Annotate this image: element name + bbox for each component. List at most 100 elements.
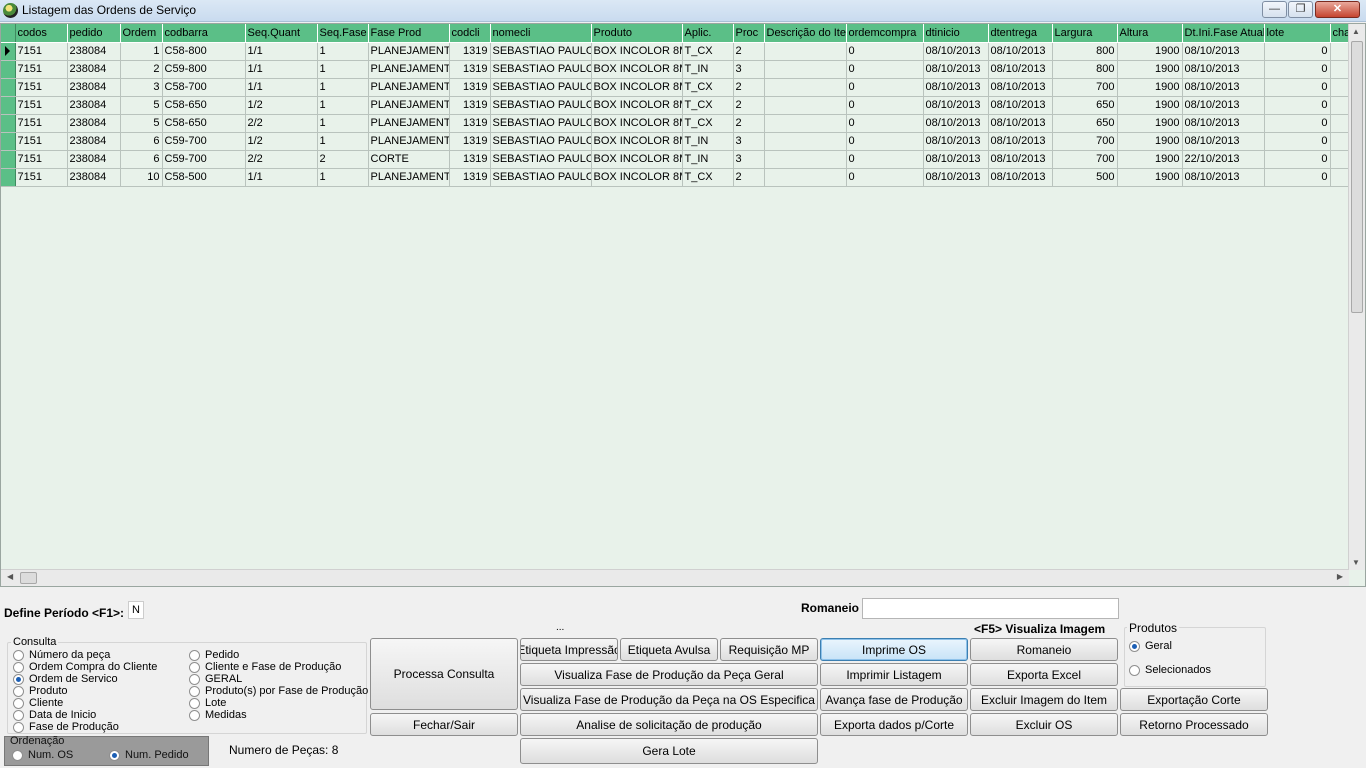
table-cell[interactable]: 08/10/2013 bbox=[988, 114, 1053, 133]
consulta-option[interactable]: Lote bbox=[189, 697, 226, 709]
table-row[interactable]: 7151 238084 6 C59-700 1/2 1 PLANEJAMENT 1319 SEB… bbox=[1, 132, 1356, 151]
etiqueta-avulsa-button[interactable]: Etiqueta Avulsa bbox=[620, 638, 718, 661]
table-cell[interactable]: PLANEJAMENT bbox=[368, 132, 450, 151]
table-cell[interactable]: 08/10/2013 bbox=[923, 114, 989, 133]
romaneio-button[interactable]: Romaneio bbox=[970, 638, 1118, 661]
table-cell[interactable]: BOX INCOLOR 8M bbox=[591, 96, 683, 115]
table-cell[interactable] bbox=[764, 150, 847, 169]
radio-button-icon[interactable] bbox=[189, 661, 200, 673]
table-cell[interactable]: 238084 bbox=[67, 78, 121, 97]
table-cell[interactable]: 1900 bbox=[1117, 42, 1183, 61]
row-header[interactable] bbox=[1, 78, 16, 97]
table-cell[interactable] bbox=[764, 42, 847, 61]
ordenacao-option[interactable]: Num. Pedido bbox=[109, 749, 189, 761]
table-cell[interactable]: SEBASTIAO PAULO bbox=[490, 96, 592, 115]
table-cell[interactable]: T_CX bbox=[682, 78, 734, 97]
table-cell[interactable]: BOX INCOLOR 8M bbox=[591, 42, 683, 61]
table-cell[interactable]: 08/10/2013 bbox=[988, 60, 1053, 79]
column-header[interactable]: Dt.Ini.Fase Atual bbox=[1182, 24, 1265, 43]
table-cell[interactable]: 08/10/2013 bbox=[923, 168, 989, 187]
table-cell[interactable]: 1 bbox=[120, 42, 163, 61]
table-cell[interactable]: 7151 bbox=[15, 42, 68, 61]
table-cell[interactable]: PLANEJAMENT bbox=[368, 114, 450, 133]
produtos-option[interactable]: Selecionados bbox=[1129, 664, 1211, 676]
table-cell[interactable]: BOX INCOLOR 8M bbox=[591, 114, 683, 133]
analise-solicitacao-button[interactable]: Analise de solicitação de produção bbox=[520, 713, 818, 736]
table-cell[interactable] bbox=[764, 96, 847, 115]
table-row[interactable]: 7151 238084 5 C58-650 1/2 1 PLANEJAMENT 1319 SEB… bbox=[1, 96, 1356, 115]
table-cell[interactable]: T_CX bbox=[682, 168, 734, 187]
gera-lote-button[interactable]: Gera Lote bbox=[520, 738, 818, 764]
table-cell[interactable]: 1 bbox=[317, 60, 369, 79]
table-cell[interactable]: SEBASTIAO PAULO bbox=[490, 168, 592, 187]
table-row[interactable]: 7151 238084 5 C58-650 2/2 1 PLANEJAMENT 1319 SEB… bbox=[1, 114, 1356, 133]
table-row[interactable]: 7151 238084 6 C59-700 2/2 2 CORTE 1319 SEBASTIAO… bbox=[1, 150, 1356, 169]
table-cell[interactable]: 0 bbox=[1264, 78, 1331, 97]
table-cell[interactable]: C58-650 bbox=[162, 96, 246, 115]
etiqueta-impressao-button[interactable]: Etiqueta Impressão bbox=[520, 638, 618, 661]
table-cell[interactable]: 1319 bbox=[449, 150, 491, 169]
table-cell[interactable]: 1/1 bbox=[245, 168, 318, 187]
table-cell[interactable]: PLANEJAMENT bbox=[368, 60, 450, 79]
table-cell[interactable]: 1319 bbox=[449, 132, 491, 151]
table-cell[interactable]: 0 bbox=[1264, 168, 1331, 187]
table-cell[interactable]: C59-800 bbox=[162, 60, 246, 79]
column-header[interactable]: codos bbox=[15, 24, 68, 43]
table-cell[interactable]: 0 bbox=[846, 60, 924, 79]
table-cell[interactable]: 0 bbox=[846, 78, 924, 97]
table-cell[interactable] bbox=[764, 114, 847, 133]
minimize-button[interactable]: — bbox=[1262, 1, 1287, 18]
table-cell[interactable]: 2/2 bbox=[245, 114, 318, 133]
consulta-option[interactable]: Data de Inicio bbox=[13, 709, 96, 721]
table-cell[interactable]: 0 bbox=[846, 96, 924, 115]
avanca-fase-button[interactable]: Avança fase de Produção bbox=[820, 688, 968, 711]
table-cell[interactable]: 6 bbox=[120, 150, 163, 169]
column-header[interactable]: Proc bbox=[733, 24, 765, 43]
excluir-imagem-button[interactable]: Excluir Imagem do Item bbox=[970, 688, 1118, 711]
column-header[interactable]: pedido bbox=[67, 24, 121, 43]
table-cell[interactable]: 08/10/2013 bbox=[988, 132, 1053, 151]
table-cell[interactable]: 08/10/2013 bbox=[923, 60, 989, 79]
radio-button-icon[interactable] bbox=[13, 649, 24, 661]
table-cell[interactable]: 2 bbox=[733, 42, 765, 61]
radio-button-icon[interactable] bbox=[13, 661, 24, 673]
table-cell[interactable]: C58-800 bbox=[162, 42, 246, 61]
table-cell[interactable]: 1900 bbox=[1117, 168, 1183, 187]
table-cell[interactable]: 08/10/2013 bbox=[988, 150, 1053, 169]
column-header[interactable]: Aplic. bbox=[682, 24, 734, 43]
table-cell[interactable]: 08/10/2013 bbox=[1182, 60, 1265, 79]
table-cell[interactable]: CORTE bbox=[368, 150, 450, 169]
table-cell[interactable]: 08/10/2013 bbox=[988, 42, 1053, 61]
table-cell[interactable]: 238084 bbox=[67, 114, 121, 133]
table-cell[interactable]: PLANEJAMENT bbox=[368, 42, 450, 61]
table-row[interactable]: 7151 238084 3 C58-700 1/1 1 PLANEJAMENT 1319 SEB… bbox=[1, 78, 1356, 97]
table-cell[interactable]: 1319 bbox=[449, 96, 491, 115]
current-row-indicator-icon[interactable] bbox=[1, 42, 16, 61]
table-cell[interactable]: SEBASTIAO PAULO bbox=[490, 132, 592, 151]
table-cell[interactable]: 08/10/2013 bbox=[1182, 114, 1265, 133]
table-cell[interactable]: 700 bbox=[1052, 150, 1118, 169]
table-cell[interactable]: 0 bbox=[846, 150, 924, 169]
close-button[interactable]: ✕ bbox=[1315, 1, 1360, 18]
table-cell[interactable]: 2 bbox=[733, 96, 765, 115]
table-row[interactable]: 7151 238084 10 C58-500 1/1 1 PLANEJAMENT 1319 SE… bbox=[1, 168, 1356, 187]
table-cell[interactable]: 1319 bbox=[449, 78, 491, 97]
consulta-option[interactable]: Produto(s) por Fase de Produção bbox=[189, 685, 368, 697]
table-cell[interactable]: 1900 bbox=[1117, 114, 1183, 133]
radio-button-icon[interactable] bbox=[189, 709, 200, 721]
table-cell[interactable]: 2 bbox=[733, 78, 765, 97]
consulta-option[interactable]: Pedido bbox=[189, 649, 239, 661]
table-cell[interactable]: SEBASTIAO PAULO bbox=[490, 60, 592, 79]
table-cell[interactable]: 6 bbox=[120, 132, 163, 151]
table-cell[interactable]: T_IN bbox=[682, 132, 734, 151]
table-cell[interactable]: 3 bbox=[733, 132, 765, 151]
table-cell[interactable]: C59-700 bbox=[162, 132, 246, 151]
table-cell[interactable]: 3 bbox=[733, 60, 765, 79]
table-cell[interactable]: 5 bbox=[120, 114, 163, 133]
table-cell[interactable]: BOX INCOLOR 8M bbox=[591, 150, 683, 169]
table-cell[interactable]: 1319 bbox=[449, 60, 491, 79]
table-cell[interactable]: 1900 bbox=[1117, 132, 1183, 151]
table-cell[interactable]: T_CX bbox=[682, 114, 734, 133]
table-cell[interactable]: 08/10/2013 bbox=[1182, 168, 1265, 187]
exportacao-corte-button[interactable]: Exportação Corte bbox=[1120, 688, 1268, 711]
